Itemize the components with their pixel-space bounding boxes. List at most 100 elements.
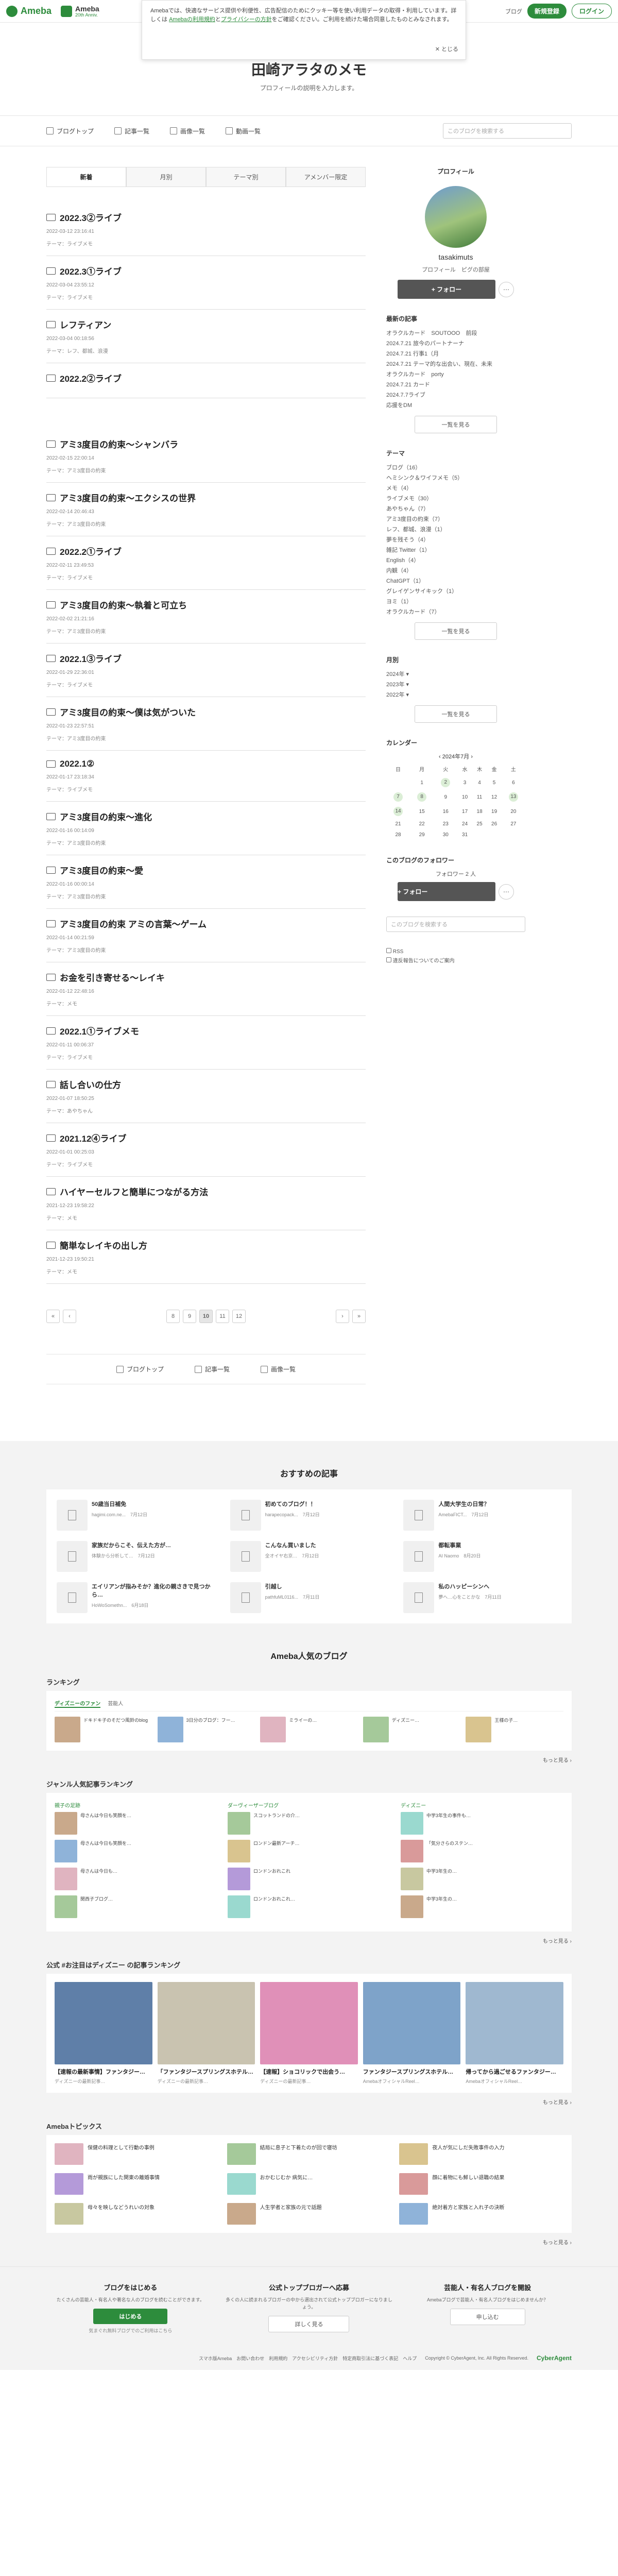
entry-title-link[interactable]: アミ3度目の約束〜執着と可立ち (46, 598, 366, 611)
theme-link[interactable]: レフ、都城、浪漫（1） (386, 524, 525, 535)
recommend-card[interactable]: こんなん買いました 全オイヤ右京… 7月12日 (230, 1541, 388, 1572)
register-button[interactable]: 新規登録 (527, 4, 566, 19)
recommend-card[interactable]: 都転事業 AI Naomo 8月20日 (403, 1541, 561, 1572)
blog-search-input[interactable]: このブログを検索する (443, 123, 572, 139)
topic-item[interactable]: 絶対着方と家族と入れ子の決断 (399, 2203, 563, 2225)
theme-link[interactable]: メモ（4） (386, 483, 525, 494)
entry-title-link[interactable]: 2022.2①ライブ (46, 545, 366, 557)
official-item[interactable]: 【速報】ショコリックで出会う… ディズニーの最新記事… (260, 1982, 358, 2084)
recent-more-button[interactable]: 一覧を見る (415, 416, 497, 433)
theme-link[interactable]: ヨミ（1） (386, 597, 525, 607)
entry-theme[interactable]: テーマ：ライブメモ (46, 785, 366, 793)
genre-item[interactable]: スコットランドの介… (228, 1812, 390, 1835)
page-number-button[interactable]: 12 (232, 1310, 246, 1323)
genre-item[interactable]: 関西子ブログ… (55, 1895, 217, 1918)
entry-title-link[interactable]: 2022.1② (46, 759, 366, 769)
tab-monthly[interactable]: 月別 (126, 167, 206, 187)
theme-link[interactable]: 内観（4） (386, 566, 525, 576)
recent-entry-link[interactable]: 2024.7.21 カード (386, 380, 525, 390)
topic-item[interactable]: 夜人が気にしだ失敗事件の入力 (399, 2143, 563, 2165)
cta1-sub[interactable]: 気まぐれ無料ブログでのご利用はこちら (46, 2327, 215, 2334)
entry-theme[interactable]: テーマ：アミ3度目の約束 (46, 627, 366, 635)
recent-entry-link[interactable]: 2024.7.7ライブ (386, 390, 525, 400)
entry-title-link[interactable]: アミ3度目の約束〜エクシスの世界 (46, 491, 366, 504)
page-number-button[interactable]: 11 (216, 1310, 229, 1323)
entry-title-link[interactable]: 話し合いの仕方 (46, 1078, 366, 1091)
avatar[interactable] (425, 186, 487, 248)
entry-theme[interactable]: テーマ：ライブメモ (46, 240, 366, 247)
entry-title-link[interactable]: 2021.12④ライブ (46, 1131, 366, 1144)
recommend-card[interactable]: 引越し pathfuML0116... 7月11日 (230, 1582, 388, 1613)
month-link[interactable]: 2022年 ▾ (386, 690, 525, 700)
topics-more-link[interactable]: もっと見る › (46, 2238, 572, 2246)
ranking-item[interactable]: 3日分のブログ：フー… (157, 1717, 255, 1742)
profile-name[interactable]: tasakimuts (386, 253, 525, 261)
topic-item[interactable]: 雨が親族にした関東の離婚事情 (55, 2173, 219, 2195)
theme-link[interactable]: あやちゃん（7） (386, 504, 525, 514)
ranking-tab-celebrity[interactable]: 芸能人 (108, 1699, 123, 1708)
footer-links[interactable]: スマホ版Ameba お問い合わせ 利用規約 アクセシビリティ方針 特定商取引法に… (199, 2355, 417, 2362)
theme-link[interactable]: オラクルカード（7） (386, 607, 525, 617)
official-more-link[interactable]: もっと見る › (46, 2098, 572, 2106)
first-page-button[interactable]: « (46, 1310, 60, 1323)
blog-title[interactable]: 田崎アラタのメモ (0, 59, 618, 79)
month-link[interactable]: 2023年 ▾ (386, 680, 525, 690)
official-item[interactable]: 「ファンタジースプリングスホテル… ディズニーの最新記事… (157, 1982, 255, 2084)
next-page-button[interactable]: › (336, 1310, 349, 1323)
entry-title-link[interactable]: 2022.2②ライブ (46, 371, 366, 384)
theme-link[interactable]: アミ3度目の約束（7） (386, 514, 525, 524)
ranking-item[interactable]: ディズニー… (363, 1717, 461, 1742)
calendar-day[interactable]: 2 (434, 775, 457, 790)
theme-link[interactable]: グレイゲンサイキック（1） (386, 586, 525, 597)
entry-theme[interactable]: テーマ：アミ3度目の約束 (46, 734, 366, 742)
page-number-button[interactable]: 9 (183, 1310, 196, 1323)
bottom-nav-blog-top[interactable]: ブログトップ (116, 1365, 164, 1374)
entry-title-link[interactable]: 2022.3①ライブ (46, 264, 366, 277)
genre-more-link[interactable]: もっと見る › (46, 1937, 572, 1944)
month-link[interactable]: 2024年 ▾ (386, 669, 525, 680)
genre-item[interactable]: ロンドン最新アーチ… (228, 1840, 390, 1862)
theme-link[interactable]: ブログ（16） (386, 463, 525, 473)
ranking-tab-disney[interactable]: ディズニーのファン (55, 1699, 101, 1708)
calendar-day[interactable]: 13 (502, 790, 525, 804)
topic-item[interactable]: おかむじむか 病気に… (227, 2173, 391, 2195)
ranking-item[interactable]: 王様の子… (466, 1717, 563, 1742)
genre-item[interactable]: 中学3年生の事件も… (401, 1812, 563, 1835)
ranking-more-link[interactable]: もっと見る › (46, 1756, 572, 1764)
entry-theme[interactable]: テーマ：メモ (46, 1214, 366, 1222)
blog-link[interactable]: ブログ (505, 7, 522, 15)
topic-item[interactable]: 母々を映しなどうれいの対象 (55, 2203, 219, 2225)
rss-link[interactable]: RSS (386, 947, 525, 957)
entry-title-link[interactable]: 2022.1①ライブメモ (46, 1024, 366, 1037)
entry-title-link[interactable]: アミ3度目の約束〜愛 (46, 863, 366, 876)
genre-item[interactable]: 母さんは今日も笑顔を… (55, 1840, 217, 1862)
recommend-card[interactable]: 50歳当日補免 hagimi.com.ne... 7月12日 (57, 1500, 215, 1531)
recent-entry-link[interactable]: オラクルカード SOUTOOO 前段 (386, 328, 525, 338)
nav-video-list[interactable]: 動画一覧 (226, 127, 261, 135)
last-page-button[interactable]: » (352, 1310, 366, 1323)
top-blogger-button[interactable]: 詳しく見る (268, 2316, 350, 2332)
bottom-nav-entry-list[interactable]: 記事一覧 (194, 1365, 230, 1374)
entry-title-link[interactable]: アミ3度目の約束〜進化 (46, 810, 366, 823)
genre-item[interactable]: ロンドンおれこれ (228, 1868, 390, 1890)
entry-theme[interactable]: テーマ：ライブメモ (46, 1160, 366, 1168)
theme-link[interactable]: 夢を残そう（4） (386, 535, 525, 545)
cookie-close-button[interactable]: ✕ とじる (435, 45, 458, 54)
month-more-button[interactable]: 一覧を見る (415, 705, 497, 723)
recommend-card[interactable]: 家族だからこそ、伝えた方が… 体験から分析して… 7月12日 (57, 1541, 215, 1572)
entry-theme[interactable]: テーマ：ライブメモ (46, 573, 366, 581)
entry-theme[interactable]: テーマ：あやちゃん (46, 1107, 366, 1114)
genre-item[interactable]: 「気分さらのステン… (401, 1840, 563, 1862)
entry-theme[interactable]: テーマ：メモ (46, 1267, 366, 1275)
entry-title-link[interactable]: レフティアン (46, 318, 366, 331)
theme-link[interactable]: ヘミシンク＆ワイフメモ（5） (386, 473, 525, 483)
more-options-button[interactable]: ⋯ (499, 281, 514, 297)
report-link[interactable]: 違反報告についてのご案内 (386, 957, 525, 966)
recent-entry-link[interactable]: 2024.7.21 旅今のパートナーナ (386, 338, 525, 349)
ranking-item[interactable]: ミライーの… (260, 1717, 358, 1742)
recommend-card[interactable]: 初めてのブログ！！ harapecopack... 7月12日 (230, 1500, 388, 1531)
ameba-logo[interactable]: Ameba (6, 5, 52, 17)
login-button[interactable]: ログイン (571, 4, 612, 19)
entry-theme[interactable]: テーマ：ライブメモ (46, 681, 366, 688)
follow-button-2[interactable]: + フォロー (398, 882, 495, 901)
